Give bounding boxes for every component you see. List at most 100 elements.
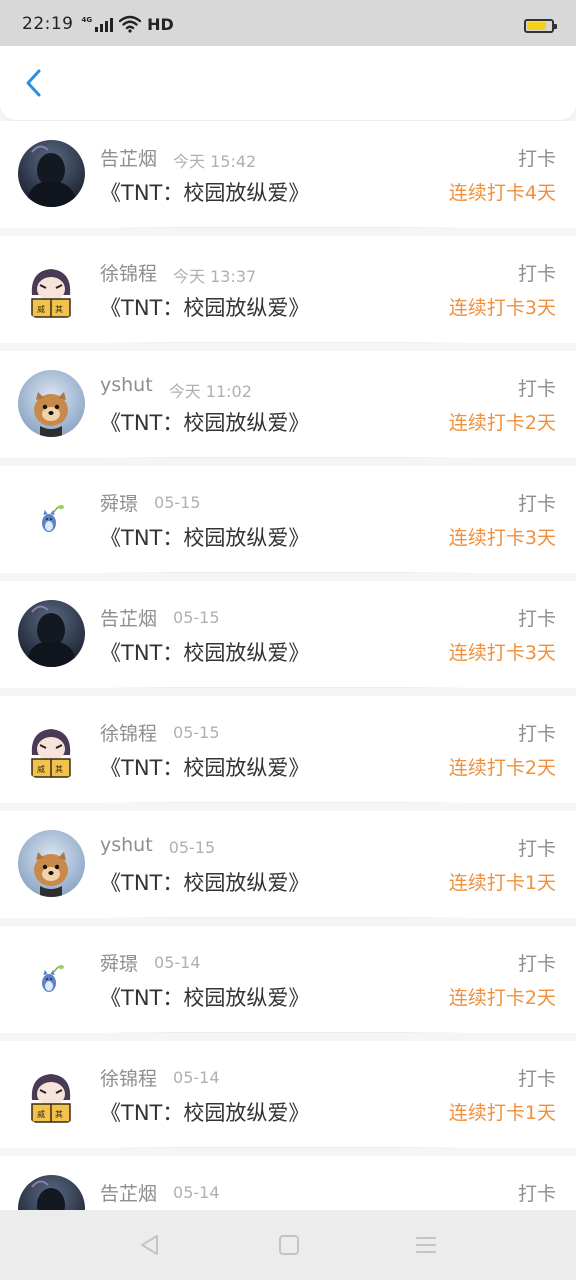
streak-label: 连续打卡3天 [448, 527, 556, 549]
list-item[interactable]: 告芷烟 05-15 《TNT：校园放纵爱》 打卡 连续打卡3天 [0, 581, 576, 688]
user-name[interactable]: 徐锦程 [100, 719, 157, 746]
user-name[interactable]: 告芷烟 [100, 604, 157, 631]
user-name[interactable]: 徐锦程 [100, 259, 157, 286]
nav-home-button[interactable] [276, 1232, 302, 1258]
action-label: 打卡 [517, 378, 556, 400]
status-icons: 4G HD [82, 15, 174, 34]
divider [100, 572, 476, 573]
system-nav-bar [0, 1210, 576, 1280]
divider [100, 342, 476, 343]
list-group: yshut 今天 11:02 《TNT：校园放纵爱》 打卡连续打卡2天 [0, 351, 576, 458]
list-group: yshut 05-15 《TNT：校园放纵爱》 打卡 连续打卡1天 [0, 811, 576, 918]
avatar[interactable] [18, 830, 85, 897]
svg-text:威: 威 [37, 1109, 45, 1119]
list-item[interactable]: 舜璟 05-14 《TNT：校园放纵爱》 打卡连续打卡2天 [0, 926, 576, 1033]
user-name[interactable]: yshut [100, 374, 153, 396]
avatar[interactable] [18, 945, 85, 1012]
menu-lines-icon [416, 1237, 436, 1253]
action-label: 打卡 [517, 1183, 556, 1205]
user-name[interactable]: 告芷烟 [100, 1179, 157, 1206]
streak-label: 连续打卡3天 [448, 642, 556, 664]
action-label: 打卡 [517, 493, 556, 515]
list-group: 告芷烟 今天 15:42 《TNT：校园放纵爱》 打卡连续打卡4天 [0, 121, 576, 228]
list-item[interactable]: 舜璟 05-15 《TNT：校园放纵爱》 打卡连续打卡3天 [0, 466, 576, 573]
user-name[interactable]: 舜璟 [100, 949, 138, 976]
streak-label: 连续打卡2天 [448, 987, 556, 1009]
chevron-left-icon [26, 69, 41, 97]
streak-label: 连续打卡1天 [448, 1102, 556, 1124]
signal-icon: 4G [82, 16, 114, 32]
svg-text:其: 其 [55, 305, 63, 314]
action-label: 打卡 [517, 953, 556, 975]
post-time: 今天 11:02 [168, 382, 252, 401]
streak-label: 连续打卡3天 [448, 297, 556, 319]
streak-label: 连续打卡1天 [448, 872, 556, 894]
network-label: 4G [81, 16, 93, 24]
list-item[interactable]: yshut 05-15 《TNT：校园放纵爱》 打卡 连续打卡1天 [0, 811, 576, 918]
user-name[interactable]: 告芷烟 [100, 144, 157, 171]
status-time: 22:19 [22, 14, 74, 34]
avatar[interactable] [18, 140, 85, 207]
top-header [0, 46, 576, 120]
avatar[interactable] [18, 370, 85, 437]
book-title[interactable]: 《TNT：校园放纵爱》 [100, 752, 309, 782]
battery-icon [524, 19, 557, 33]
wifi-icon [119, 15, 142, 33]
divider [100, 457, 476, 458]
book-title[interactable]: 《TNT：校园放纵爱》 [100, 292, 309, 322]
avatar[interactable]: 威 其 [18, 715, 85, 782]
avatar[interactable]: 威 其 [18, 1060, 85, 1127]
post-time: 05-15 [173, 723, 220, 742]
post-time: 05-14 [173, 1183, 220, 1202]
user-name[interactable]: yshut [100, 834, 153, 856]
triangle-back-icon [141, 1235, 158, 1255]
divider [100, 1147, 476, 1148]
book-title[interactable]: 《TNT：校园放纵爱》 [100, 867, 309, 897]
book-title[interactable]: 《TNT：校园放纵爱》 [100, 982, 309, 1012]
list-item[interactable]: 告芷烟 今天 15:42 《TNT：校园放纵爱》 打卡连续打卡4天 [0, 121, 576, 228]
avatar[interactable] [18, 600, 85, 667]
nav-menu-button[interactable] [413, 1232, 439, 1258]
action-label: 打卡 [517, 263, 556, 285]
list-item[interactable]: yshut 今天 11:02 《TNT：校园放纵爱》 打卡连续打卡2天 [0, 351, 576, 458]
list-item[interactable]: 威 其 徐锦程 今天 13:37 《TNT：校园放纵爱》 打卡 连续打卡3天 [0, 236, 576, 343]
streak-label: 连续打卡4天 [448, 182, 556, 204]
list-group: 威 其 徐锦程 今天 13:37 《TNT：校园放纵爱》 打卡 连续打卡3天 [0, 236, 576, 343]
action-label: 打卡 [517, 148, 556, 170]
svg-text:其: 其 [55, 1110, 63, 1119]
list-item[interactable]: 威 其 徐锦程 05-14 《TNT：校园放纵爱》 打卡连续打卡1天 [0, 1041, 576, 1148]
nav-back-button[interactable] [137, 1232, 163, 1258]
post-time: 05-14 [173, 1068, 220, 1087]
list-group: 告芷烟 05-15 《TNT：校园放纵爱》 打卡 连续打卡3天 [0, 581, 576, 688]
post-time: 05-14 [154, 953, 201, 972]
action-label: 打卡 [517, 1068, 556, 1090]
list-group: 舜璟 05-14 《TNT：校园放纵爱》 打卡连续打卡2天 [0, 926, 576, 1033]
streak-label: 连续打卡2天 [448, 412, 556, 434]
post-time: 05-15 [154, 493, 201, 512]
book-title[interactable]: 《TNT：校园放纵爱》 [100, 407, 309, 437]
post-time: 05-15 [168, 838, 216, 857]
book-title[interactable]: 《TNT：校园放纵爱》 [100, 1097, 309, 1127]
post-time: 今天 15:42 [173, 152, 257, 171]
divider [100, 1032, 476, 1033]
user-name[interactable]: 徐锦程 [100, 1064, 157, 1091]
checkin-list: 告芷烟 今天 15:42 《TNT：校园放纵爱》 打卡 连续打卡4天 威 其 徐锦程 今天… [0, 121, 576, 1271]
list-item[interactable]: 威 其 徐锦程 05-15 《TNT：校园放纵爱》 打卡连续打卡2天 [0, 696, 576, 803]
book-title[interactable]: 《TNT：校园放纵爱》 [100, 522, 309, 552]
avatar[interactable]: 威 其 [18, 255, 85, 322]
action-label: 打卡 [517, 723, 556, 745]
svg-text:威: 威 [37, 764, 45, 774]
streak-label: 连续打卡2天 [448, 757, 556, 779]
avatar[interactable] [18, 485, 85, 552]
user-name[interactable]: 舜璟 [100, 489, 138, 516]
book-title[interactable]: 《TNT：校园放纵爱》 [100, 177, 309, 207]
list-group: 威 其 徐锦程 05-14 《TNT：校园放纵爱》 打卡连续打卡1天 [0, 1041, 576, 1148]
divider [100, 227, 476, 228]
svg-text:其: 其 [55, 765, 63, 774]
svg-text:威: 威 [37, 304, 45, 314]
book-title[interactable]: 《TNT：校园放纵爱》 [100, 637, 309, 667]
divider [100, 917, 476, 918]
post-time: 05-15 [173, 608, 220, 627]
back-button[interactable] [18, 66, 48, 100]
divider [100, 802, 476, 803]
